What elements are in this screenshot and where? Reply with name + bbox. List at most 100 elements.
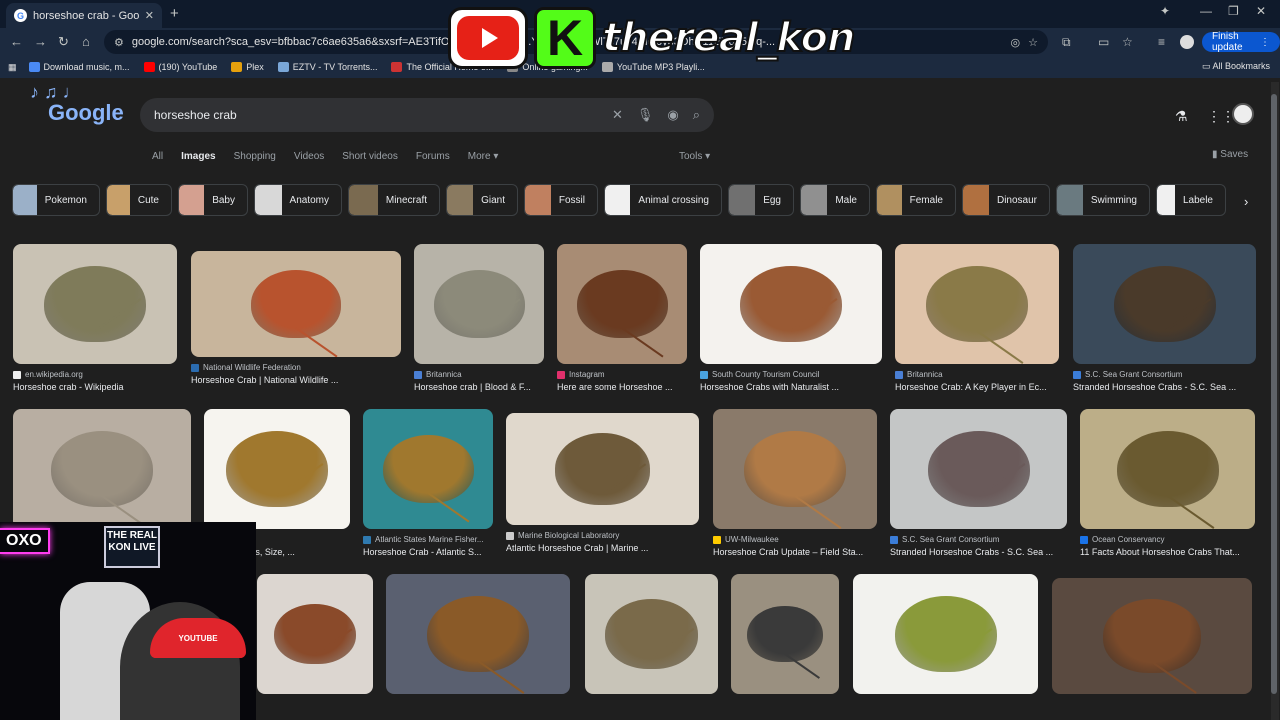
result-source[interactable]: Atlantic States Marine Fisher... — [363, 535, 493, 544]
result-thumbnail[interactable] — [1073, 244, 1256, 364]
bookmark-item[interactable]: EZTV - TV Torrents... — [277, 62, 377, 72]
image-result-card[interactable]: South County Tourism Council Horseshoe Cr… — [700, 244, 882, 392]
result-caption[interactable]: Horseshoe Crabs with Naturalist ... — [700, 382, 882, 392]
tab-forums[interactable]: Forums — [416, 151, 450, 162]
result-thumbnail[interactable] — [895, 244, 1059, 364]
result-thumbnail[interactable] — [363, 409, 493, 529]
cast-icon[interactable]: ▭ — [1098, 35, 1109, 49]
result-source[interactable]: Instagram — [557, 370, 687, 379]
result-source[interactable]: en.wikipedia.org — [13, 370, 177, 379]
result-caption[interactable]: Here are some Horseshoe ... — [557, 382, 687, 392]
result-source[interactable]: S.C. Sea Grant Consortium — [890, 535, 1067, 544]
minimize-button[interactable]: — — [1200, 4, 1212, 18]
image-result-card[interactable] — [13, 409, 191, 529]
image-result-card[interactable] — [853, 574, 1038, 694]
chip-anatomy[interactable]: Anatomy — [254, 184, 342, 216]
maximize-button[interactable]: ❐ — [1228, 4, 1239, 18]
result-source[interactable]: UW-Milwaukee — [713, 535, 877, 544]
chip-fossil[interactable]: Fossil — [524, 184, 598, 216]
result-source[interactable]: Marine Biological Laboratory — [506, 531, 699, 540]
image-result-card[interactable]: National Wildlife Federation Horseshoe Cr… — [191, 251, 401, 385]
result-thumbnail[interactable] — [557, 244, 687, 364]
result-caption[interactable]: Horseshoe crab | Blood & F... — [414, 382, 544, 392]
result-thumbnail[interactable] — [890, 409, 1067, 529]
result-caption[interactable]: 11 Facts About Horseshoe Crabs That... — [1080, 547, 1255, 557]
result-thumbnail[interactable] — [191, 251, 401, 357]
chip-female[interactable]: Female — [876, 184, 956, 216]
tools-button[interactable]: Tools ▾ — [679, 151, 710, 162]
reload-button[interactable]: ↻ — [58, 34, 69, 50]
result-thumbnail[interactable] — [853, 574, 1038, 694]
image-result-card[interactable] — [1052, 578, 1252, 694]
clear-icon[interactable]: ✕ — [612, 107, 623, 123]
chip-baby[interactable]: Baby — [178, 184, 248, 216]
page-scrollbar[interactable] — [1271, 82, 1279, 720]
search-box[interactable]: ✕ 🎙 ◉ ⌕ — [140, 98, 714, 132]
result-thumbnail[interactable] — [13, 244, 177, 364]
image-result-card[interactable]: Marine Biological Laboratory Atlantic Hor… — [506, 413, 699, 553]
image-result-card[interactable]: S.C. Sea Grant Consortium Stranded Horses… — [890, 409, 1067, 557]
result-caption[interactable]: Stranded Horseshoe Crabs - S.C. Sea ... — [1073, 382, 1256, 392]
google-doodle-logo[interactable]: Google — [48, 100, 124, 126]
image-result-card[interactable]: S.C. Sea Grant Consortium Stranded Horses… — [1073, 244, 1256, 392]
result-thumbnail[interactable] — [585, 574, 718, 694]
result-thumbnail[interactable] — [1080, 409, 1255, 529]
microphone-icon[interactable]: 🎙 — [637, 107, 654, 123]
image-result-card[interactable]: Britannica Horseshoe Crab: A Key Player i… — [895, 244, 1059, 392]
result-caption[interactable]: Atlantic Horseshoe Crab | Marine ... — [506, 543, 699, 553]
result-source[interactable]: South County Tourism Council — [700, 370, 882, 379]
result-caption[interactable]: Horseshoe Crab Update – Field Sta... — [713, 547, 877, 557]
chip-dinosaur[interactable]: Dinosaur — [962, 184, 1050, 216]
result-thumbnail[interactable] — [13, 409, 191, 529]
tab-images[interactable]: Images — [181, 151, 215, 162]
image-result-card[interactable] — [386, 574, 570, 694]
chip-swimming[interactable]: Swimming — [1056, 184, 1150, 216]
image-result-card[interactable]: Atlantic States Marine Fisher... Horsesho… — [363, 409, 493, 557]
result-thumbnail[interactable] — [506, 413, 699, 525]
result-thumbnail[interactable] — [1052, 578, 1252, 694]
bookmark-item[interactable]: (190) YouTube — [143, 62, 217, 72]
image-result-card[interactable] — [731, 574, 839, 694]
profile-avatar[interactable] — [1180, 35, 1194, 49]
image-result-card[interactable]: UW-Milwaukee Horseshoe Crab Update – Fiel… — [713, 409, 877, 557]
result-source[interactable]: National Wildlife Federation — [191, 363, 401, 372]
lens-icon[interactable]: ◉ — [667, 107, 678, 123]
image-result-card[interactable]: en.wikipedia.org Horseshoe crab - Wikiped… — [13, 244, 177, 392]
result-thumbnail[interactable] — [204, 409, 350, 529]
image-result-card[interactable]: Instagram Here are some Horseshoe ... — [557, 244, 687, 392]
back-button[interactable]: ← — [10, 34, 23, 49]
site-info-icon[interactable]: ⚙ — [114, 36, 124, 49]
bookmark-item[interactable]: Plex — [231, 62, 264, 72]
result-caption[interactable]: Stranded Horseshoe Crabs - S.C. Sea ... — [890, 547, 1067, 557]
favorites-icon[interactable]: ☆ — [1122, 35, 1133, 49]
result-source[interactable]: Britannica — [895, 370, 1059, 379]
tab-short-videos[interactable]: Short videos — [342, 151, 398, 162]
tab-shopping[interactable]: Shopping — [234, 151, 276, 162]
bookmark-star-icon[interactable]: ☆ — [1028, 36, 1038, 49]
result-thumbnail[interactable] — [414, 244, 544, 364]
result-thumbnail[interactable] — [731, 574, 839, 694]
tab-videos[interactable]: Videos — [294, 151, 324, 162]
labs-flask-icon[interactable]: ⚗ — [1175, 108, 1188, 125]
extensions-icon[interactable]: ⧉ — [1062, 35, 1071, 50]
close-window-button[interactable]: ✕ — [1256, 4, 1266, 18]
chip-labele[interactable]: Labele — [1156, 184, 1226, 216]
result-thumbnail[interactable] — [700, 244, 882, 364]
scrollbar-thumb[interactable] — [1271, 94, 1277, 694]
new-tab-button[interactable]: + — [170, 5, 179, 22]
forward-button[interactable]: → — [34, 34, 47, 49]
sparkle-icon[interactable]: ✦ — [1160, 4, 1170, 18]
tab-search-icon[interactable]: ≡ — [1158, 35, 1165, 49]
finish-update-button[interactable]: Finish update ⋮ — [1202, 31, 1280, 53]
chip-cute[interactable]: Cute — [106, 184, 172, 216]
tab-more[interactable]: More ▾ — [468, 151, 499, 162]
image-result-card[interactable]: Britannica Horseshoe crab | Blood & F... — [414, 244, 544, 392]
result-thumbnail[interactable] — [713, 409, 877, 529]
close-tab-icon[interactable]: ✕ — [145, 9, 154, 22]
chip-animal-crossing[interactable]: Animal crossing — [604, 184, 722, 216]
saves-button[interactable]: ▮ Saves — [1212, 149, 1248, 160]
chip-egg[interactable]: Egg — [728, 184, 794, 216]
result-source[interactable]: S.C. Sea Grant Consortium — [1073, 370, 1256, 379]
chip-pokemon[interactable]: Pokemon — [12, 184, 100, 216]
browser-tab[interactable]: G horseshoe crab - Google Search ✕ — [6, 3, 162, 28]
